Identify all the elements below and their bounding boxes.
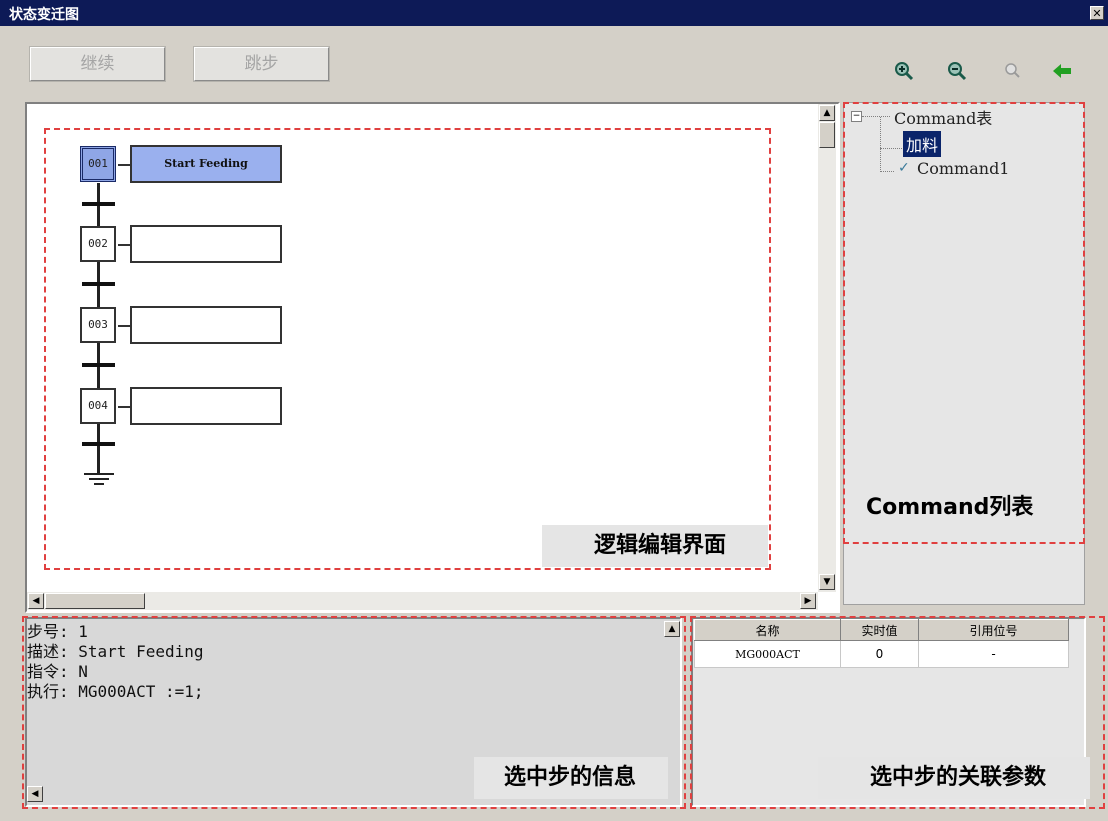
tree-item-command1[interactable]: Command1 [917, 159, 1009, 178]
col-header-value[interactable]: 实时值 [840, 619, 919, 641]
zoom-out-icon[interactable] [946, 60, 968, 82]
title-bar: 状态变迁图 ✕ [0, 0, 1108, 26]
editor-vscrollbar[interactable]: ▲ ▼ [818, 104, 836, 592]
step-button[interactable]: 跳步 [193, 46, 330, 82]
step-params-label: 选中步的关联参数 [818, 757, 1090, 799]
info-scroll-left-icon[interactable]: ◀ [27, 786, 43, 802]
logic-editor-annotation [44, 128, 771, 570]
tree-root-command-table[interactable]: Command表 [894, 105, 992, 129]
info-step-number: 步号: 1 [27, 622, 88, 641]
logic-editor-label: 逻辑编辑界面 [542, 525, 768, 567]
window-title: 状态变迁图 [9, 7, 79, 23]
col-header-ref[interactable]: 引用位号 [918, 619, 1069, 641]
info-scroll-up-icon[interactable]: ▲ [664, 621, 680, 637]
scroll-up-icon[interactable]: ▲ [819, 105, 835, 121]
scroll-down-icon[interactable]: ▼ [819, 574, 835, 590]
editor-hscrollbar[interactable]: ◀ ▶ [27, 592, 818, 610]
close-icon[interactable]: ✕ [1090, 6, 1104, 20]
check-icon: ✓ [898, 160, 910, 176]
step-info-text: 步号: 1 描述: Start Feeding 指令: N 执行: MG000ACT … [27, 622, 204, 702]
params-header-row: 名称 实时值 引用位号 [694, 619, 1069, 641]
editor-hscroll-thumb[interactable] [45, 593, 145, 609]
cell-name: MG000ACT [694, 640, 841, 668]
tree-line [880, 148, 902, 149]
tree-line [880, 117, 881, 172]
collapse-icon[interactable]: − [851, 111, 862, 122]
tree-line [880, 171, 894, 172]
step-info-label: 选中步的信息 [474, 757, 668, 799]
info-description: 描述: Start Feeding [27, 642, 204, 661]
table-row[interactable]: MG000ACT 0 - [694, 640, 1069, 668]
zoom-reset-icon[interactable] [1002, 60, 1024, 82]
editor-vscroll-thumb[interactable] [819, 122, 835, 148]
cell-value: 0 [840, 640, 919, 668]
info-instruction: 指令: N [27, 662, 88, 681]
scroll-right-icon[interactable]: ▶ [800, 593, 816, 609]
info-execution: 执行: MG000ACT :=1; [27, 682, 204, 701]
zoom-in-icon[interactable] [893, 60, 915, 82]
cell-ref: - [918, 640, 1069, 668]
command-list-label: Command列表 [866, 495, 1034, 520]
tree-item-jialiao[interactable]: 加料 [903, 131, 942, 157]
continue-button[interactable]: 继续 [29, 46, 166, 82]
scroll-left-icon[interactable]: ◀ [28, 593, 44, 609]
back-arrow-icon[interactable] [1051, 60, 1073, 82]
tree-line [862, 116, 890, 117]
params-table: 名称 实时值 引用位号 MG000ACT 0 - [694, 619, 1069, 668]
col-header-name[interactable]: 名称 [694, 619, 841, 641]
